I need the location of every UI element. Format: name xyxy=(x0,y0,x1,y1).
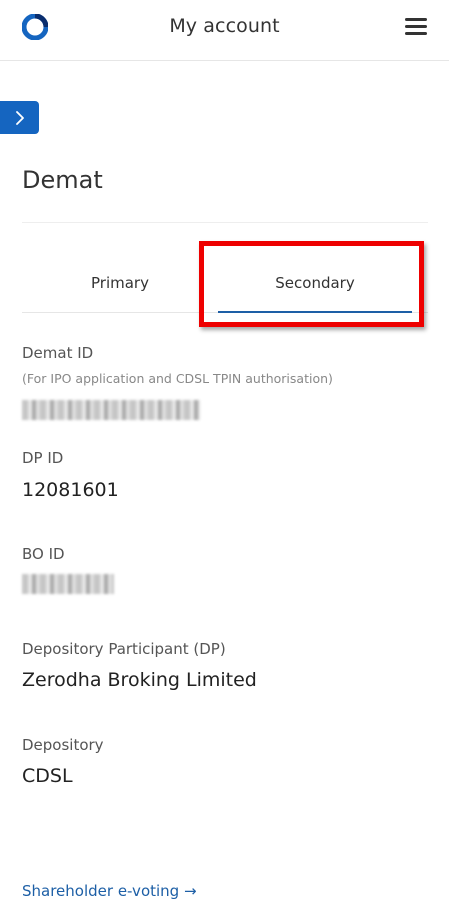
divider xyxy=(22,222,428,223)
dp-id-label: DP ID xyxy=(22,449,64,467)
demat-id-value-redacted xyxy=(22,400,200,420)
depository-participant-value: Zerodha Broking Limited xyxy=(22,669,257,691)
depository-value: CDSL xyxy=(22,765,73,787)
page-title: Demat xyxy=(22,166,103,194)
tab-bar: Primary Secondary xyxy=(22,260,428,313)
demat-id-note: (For IPO application and CDSL TPIN autho… xyxy=(22,371,333,386)
shareholder-evoting-link[interactable]: Shareholder e-voting → xyxy=(22,882,197,900)
hamburger-menu-icon[interactable] xyxy=(405,18,427,36)
tab-primary[interactable]: Primary xyxy=(22,260,218,311)
tab-secondary[interactable]: Secondary xyxy=(218,260,412,311)
chevron-right-icon xyxy=(15,110,24,125)
bo-id-label: BO ID xyxy=(22,545,65,563)
depository-label: Depository xyxy=(22,736,104,754)
active-tab-indicator xyxy=(218,311,412,313)
top-header: My account xyxy=(0,0,449,61)
depository-participant-label: Depository Participant (DP) xyxy=(22,640,226,658)
bo-id-value-redacted xyxy=(22,574,114,594)
header-title: My account xyxy=(169,15,280,37)
dp-id-value: 12081601 xyxy=(22,479,119,501)
demat-id-label: Demat ID xyxy=(22,344,94,362)
expand-sidebar-button[interactable] xyxy=(0,101,39,134)
